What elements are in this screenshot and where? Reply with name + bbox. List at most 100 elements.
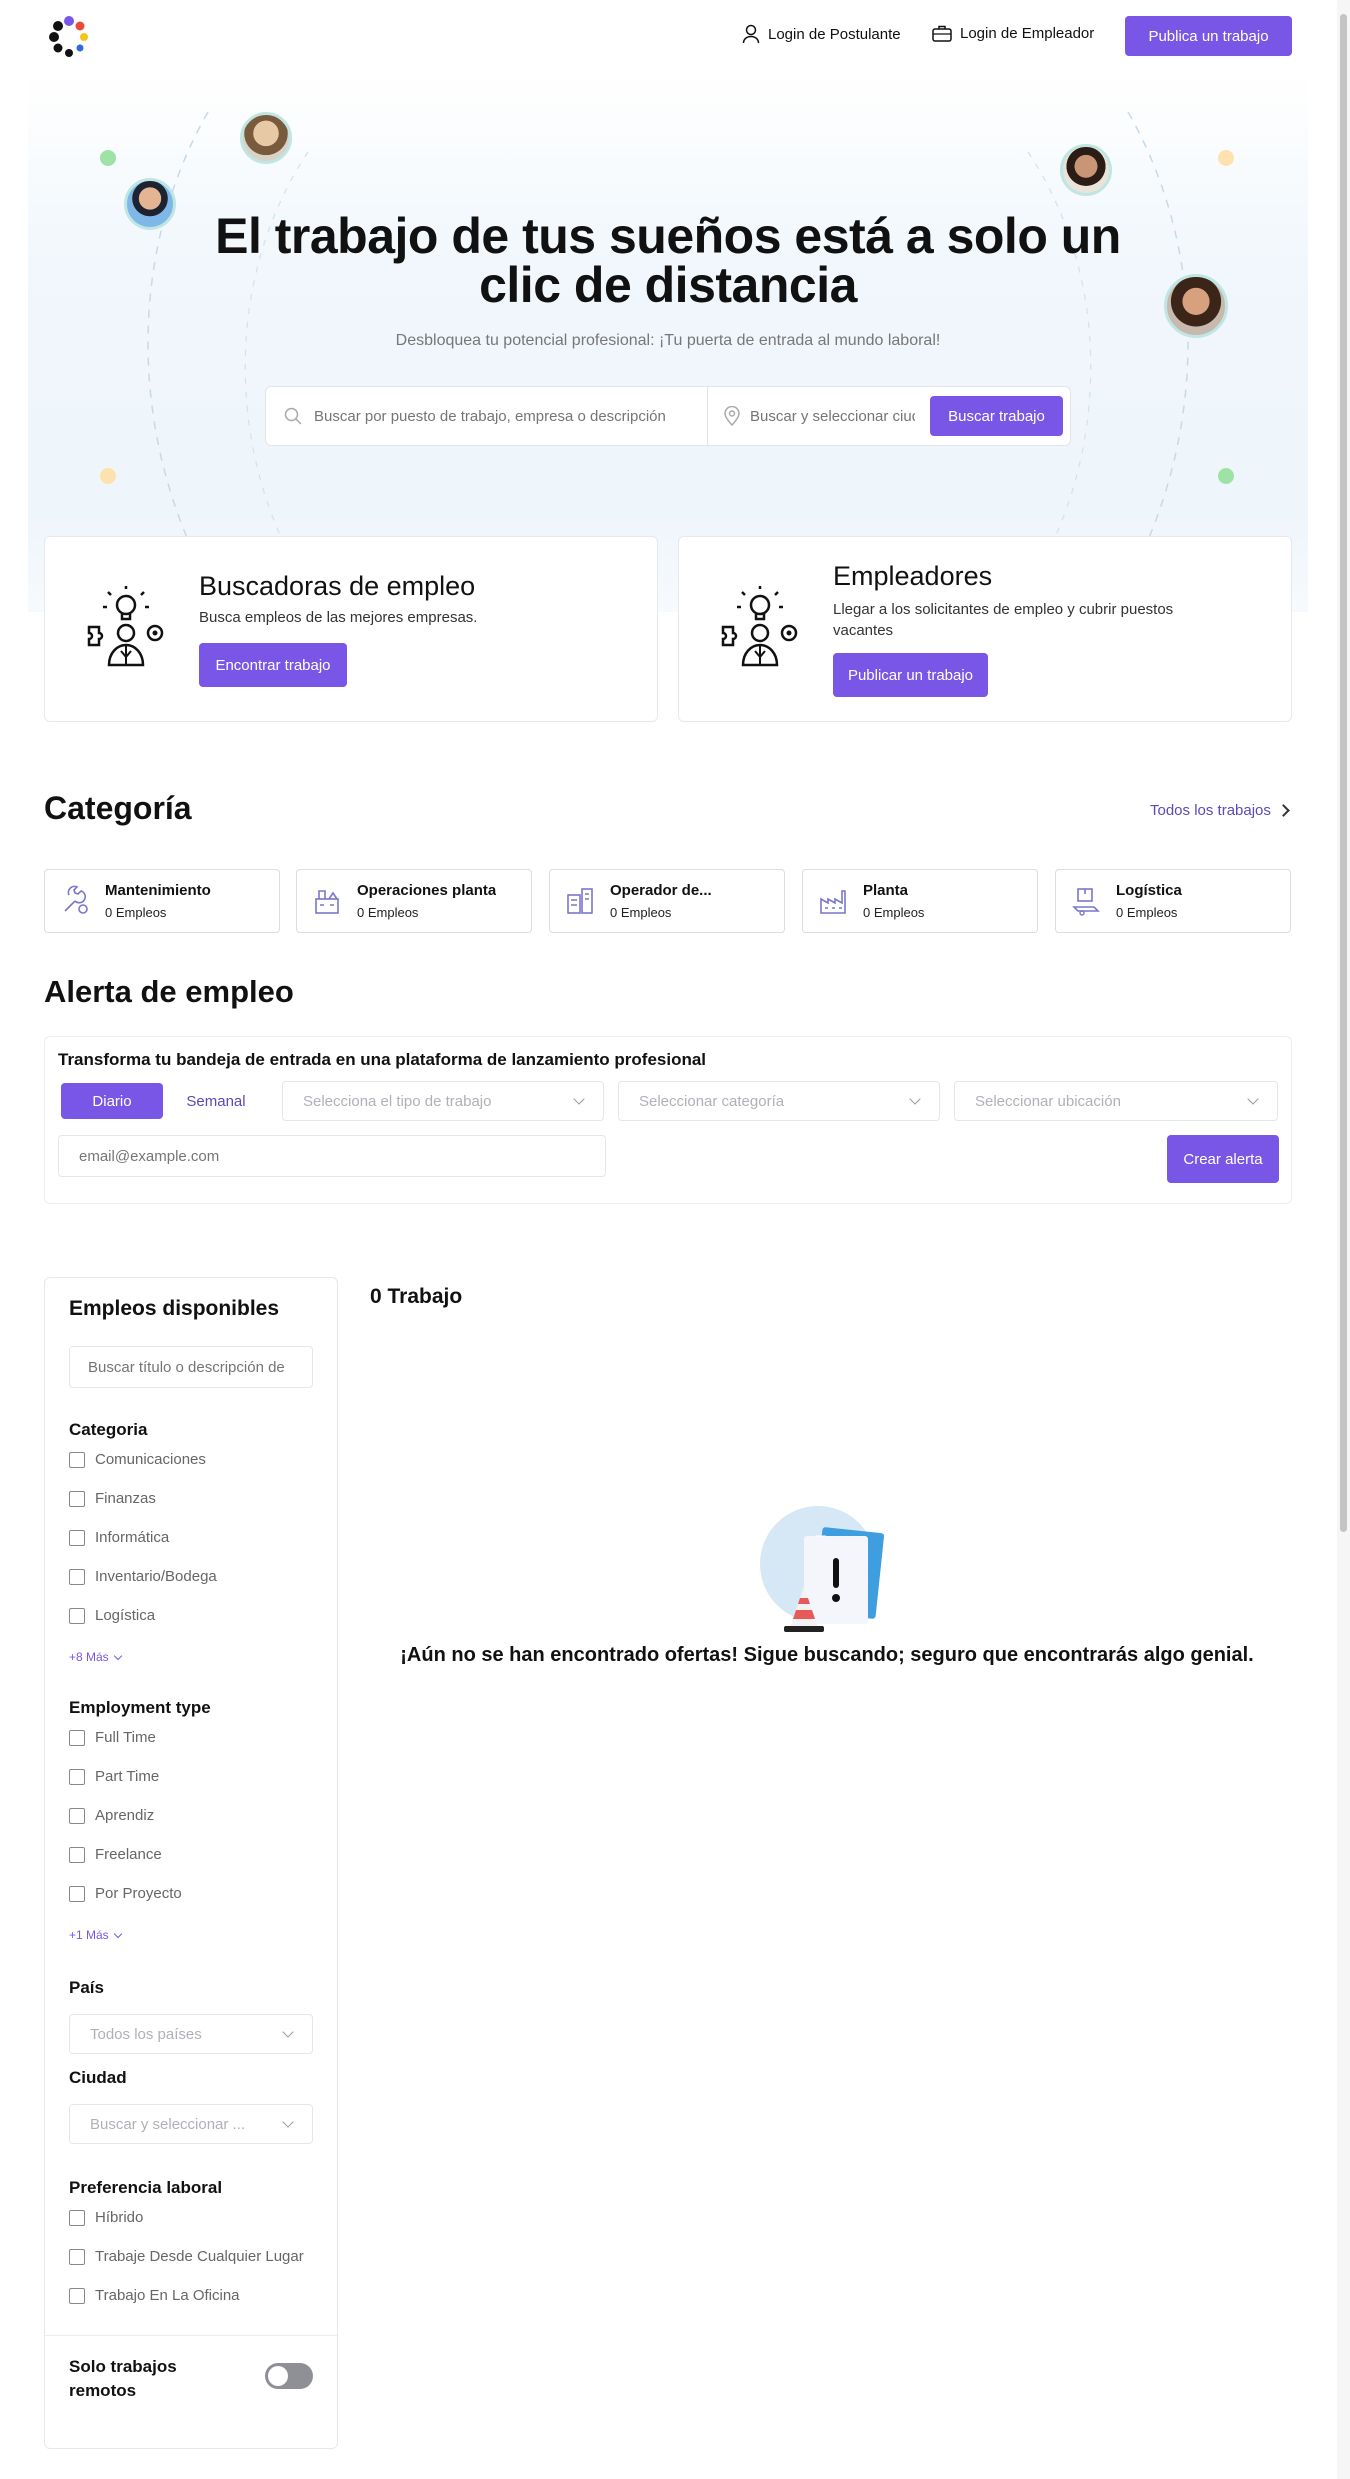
avatar <box>1060 144 1112 196</box>
work-preference-list: Híbrido Trabaje Desde Cualquier Lugar Tr… <box>69 2198 329 2315</box>
category-card-operador[interactable]: Operador de... 0 Empleos <box>549 869 785 933</box>
hero-search-bar: Buscar trabajo <box>265 386 1071 446</box>
checkbox[interactable] <box>69 1607 85 1624</box>
employment-type-list: Full Time Part Time Aprendiz Freelance P… <box>69 1718 319 1913</box>
teamwork-icon <box>87 586 164 667</box>
option-label: Part Time <box>95 1768 160 1785</box>
location-search-input[interactable] <box>750 407 915 425</box>
category-count: 0 Empleos <box>105 905 167 920</box>
chevron-down-icon <box>1247 1093 1259 1105</box>
factory-icon <box>315 890 339 914</box>
checkbox[interactable] <box>69 2287 85 2304</box>
category-filter-list: Comunicaciones Finanzas Informática Inve… <box>69 1440 319 1635</box>
category-card-planta[interactable]: Planta 0 Empleos <box>802 869 1038 933</box>
publish-job-button[interactable]: Publicar un trabajo <box>833 653 988 697</box>
hero-section: El trabajo de tus sueños está a solo un … <box>28 72 1308 612</box>
site-logo[interactable] <box>44 12 94 62</box>
checkbox[interactable] <box>69 1807 85 1824</box>
employers-text: Llegar a los solicitantes de empleo y cu… <box>833 601 1174 639</box>
category-filter-option[interactable]: Comunicaciones <box>69 1440 319 1479</box>
categories-title: Categoría <box>44 790 192 826</box>
checkbox[interactable] <box>69 1529 85 1546</box>
category-select-value: Seleccionar categoría <box>639 1092 785 1110</box>
find-job-button[interactable]: Encontrar trabajo <box>199 643 347 687</box>
post-job-button[interactable]: Publica un trabajo <box>1125 16 1292 56</box>
keyword-search[interactable] <box>266 387 708 445</box>
category-filter-heading: Categoria <box>69 1420 148 1439</box>
country-select[interactable]: Todos los países <box>69 2014 313 2054</box>
all-jobs-link[interactable]: Todos los trabajos <box>1150 802 1290 819</box>
work-preference-option[interactable]: Trabajo En La Oficina <box>69 2276 329 2315</box>
logistics-icon <box>1072 888 1100 916</box>
work-preference-heading: Preferencia laboral <box>69 2178 223 2197</box>
category-card-mantenimiento[interactable]: Mantenimiento 0 Empleos <box>44 869 280 933</box>
employment-type-option[interactable]: Aprendiz <box>69 1796 319 1835</box>
category-card-logistica[interactable]: Logística 0 Empleos <box>1055 869 1291 933</box>
category-filter-option[interactable]: Inventario/Bodega <box>69 1557 319 1596</box>
country-select-value: Todos los países <box>90 2025 202 2043</box>
option-label: Trabaje Desde Cualquier Lugar <box>95 2248 304 2265</box>
job-seekers-text: Busca empleos de las mejores empresas. <box>199 609 478 626</box>
employment-type-option[interactable]: Part Time <box>69 1757 319 1796</box>
login-employer-label: Login de Empleador <box>960 24 1095 42</box>
category-show-more[interactable]: +8 Más <box>69 1650 122 1664</box>
sidebar-title: Empleos disponibles <box>69 1297 280 1320</box>
alert-email-input[interactable] <box>58 1135 606 1177</box>
tab-daily[interactable]: Diario <box>61 1083 163 1119</box>
employment-type-heading: Employment type <box>69 1698 211 1717</box>
job-alert-panel: Transforma tu bandeja de entrada en una … <box>44 1036 1292 1204</box>
work-preference-option[interactable]: Trabaje Desde Cualquier Lugar <box>69 2237 329 2276</box>
checkbox[interactable] <box>69 1451 85 1468</box>
employment-type-option[interactable]: Freelance <box>69 1835 319 1874</box>
city-select-value: Buscar y seleccionar ... <box>90 2115 246 2133</box>
sidebar-divider <box>45 2335 337 2336</box>
city-select[interactable]: Buscar y seleccionar ... <box>69 2104 313 2144</box>
category-filter-option[interactable]: Finanzas <box>69 1479 319 1518</box>
user-icon <box>742 24 760 44</box>
job-alert-subtitle: Transforma tu bandeja de entrada en una … <box>58 1050 707 1069</box>
search-jobs-button[interactable]: Buscar trabajo <box>930 396 1063 436</box>
category-name: Operaciones planta <box>357 882 497 899</box>
checkbox[interactable] <box>69 2209 85 2226</box>
work-preference-option[interactable]: Híbrido <box>69 2198 329 2237</box>
page-scrollbar[interactable] <box>1337 0 1350 2479</box>
category-filter-option[interactable]: Logística <box>69 1596 319 1635</box>
chevron-down-icon <box>113 1929 122 1939</box>
checkbox[interactable] <box>69 2248 85 2265</box>
employers-card: Empleadores Llegar a los solicitantes de… <box>678 536 1292 722</box>
decor-dot <box>100 150 116 166</box>
category-card-operaciones-planta[interactable]: Operaciones planta 0 Empleos <box>296 869 532 933</box>
keyword-search-input[interactable] <box>314 407 694 425</box>
category-filter-option[interactable]: Informática <box>69 1518 319 1557</box>
checkbox[interactable] <box>69 1768 85 1785</box>
site-header: Login de Postulante Login de Empleador P… <box>0 0 1350 72</box>
login-candidate-link[interactable]: Login de Postulante <box>742 24 901 44</box>
category-name: Planta <box>863 882 909 899</box>
job-type-select[interactable]: Selecciona el tipo de trabajo <box>282 1081 604 1121</box>
create-alert-button[interactable]: Crear alerta <box>1167 1135 1279 1183</box>
show-more-label: +8 Más <box>69 1650 109 1664</box>
location-select[interactable]: Seleccionar ubicación <box>954 1081 1278 1121</box>
category-name: Operador de... <box>610 882 712 899</box>
scrollbar-thumb[interactable] <box>1340 14 1347 1532</box>
employment-show-more[interactable]: +1 Más <box>69 1928 122 1942</box>
tab-weekly[interactable]: Semanal <box>163 1083 269 1119</box>
job-alert-title: Alerta de empleo <box>44 974 294 1009</box>
checkbox[interactable] <box>69 1568 85 1585</box>
remote-only-toggle[interactable] <box>265 2363 313 2389</box>
option-label: Por Proyecto <box>95 1885 182 1902</box>
chevron-right-icon <box>1277 804 1290 817</box>
category-count: 0 Empleos <box>610 905 672 920</box>
checkbox[interactable] <box>69 1490 85 1507</box>
checkbox[interactable] <box>69 1846 85 1863</box>
employment-type-option[interactable]: Por Proyecto <box>69 1874 319 1913</box>
employment-type-option[interactable]: Full Time <box>69 1718 319 1757</box>
checkbox[interactable] <box>69 1729 85 1746</box>
category-select[interactable]: Seleccionar categoría <box>618 1081 940 1121</box>
sidebar-search-input[interactable] <box>69 1346 313 1388</box>
chevron-down-icon <box>113 1651 122 1661</box>
login-employer-link[interactable]: Login de Empleador <box>932 24 1094 42</box>
option-label: Full Time <box>95 1729 156 1746</box>
decor-dot <box>100 468 116 484</box>
checkbox[interactable] <box>69 1885 85 1902</box>
